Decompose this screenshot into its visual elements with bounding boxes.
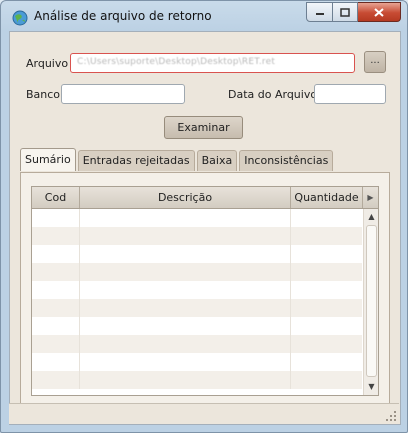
table-row	[32, 371, 362, 389]
tab-entradas-rejeitadas[interactable]: Entradas rejeitadas	[77, 150, 195, 171]
scroll-right-icon[interactable]: ▶	[363, 187, 378, 208]
summary-table: Cod Descrição Quantidade ▶ ▲ ▼	[31, 186, 379, 396]
app-window: Análise de arquivo de retorno Arquivo C:…	[0, 0, 408, 433]
tab-baixa[interactable]: Baixa	[196, 150, 238, 171]
scroll-thumb[interactable]	[366, 225, 377, 377]
column-header-cod[interactable]: Cod	[32, 187, 80, 208]
maximize-button[interactable]	[333, 2, 358, 22]
banco-input[interactable]	[61, 84, 185, 104]
examinar-button[interactable]: Examinar	[164, 116, 243, 139]
window-controls	[306, 2, 401, 22]
minimize-icon	[315, 13, 324, 15]
minimize-button[interactable]	[306, 2, 333, 22]
close-button[interactable]	[358, 2, 401, 22]
tab-bar: Sumário Entradas rejeitadas Baixa Incons…	[20, 148, 335, 172]
browse-button[interactable]: ...	[364, 51, 386, 73]
tab-panel-sumario: Cod Descrição Quantidade ▶ ▲ ▼	[20, 172, 390, 408]
close-icon	[374, 7, 384, 17]
vertical-scrollbar[interactable]: ▲ ▼	[363, 209, 378, 395]
scroll-down-icon[interactable]: ▼	[364, 380, 378, 394]
banco-label: Banco	[26, 88, 61, 101]
tab-sumario[interactable]: Sumário	[20, 148, 76, 171]
column-header-descricao[interactable]: Descrição	[80, 187, 291, 208]
resize-grip-icon[interactable]	[386, 411, 396, 421]
globe-app-icon	[12, 10, 28, 26]
tab-inconsistencias[interactable]: Inconsistências	[239, 150, 334, 171]
maximize-icon	[340, 7, 350, 17]
data-arquivo-label: Data do Arquivo	[228, 88, 318, 101]
table-row	[32, 281, 362, 299]
data-arquivo-input[interactable]	[314, 84, 386, 104]
table-row	[32, 209, 362, 227]
window-title: Análise de arquivo de retorno	[34, 9, 212, 23]
table-row	[32, 245, 362, 263]
arquivo-path-text: C:\Users\suporte\Desktop\Desktop\RET.ret	[77, 57, 276, 67]
dialog-body: Arquivo C:\Users\suporte\Desktop\Desktop…	[9, 31, 401, 425]
status-bar	[9, 403, 399, 424]
table-row	[32, 227, 362, 245]
table-row	[32, 335, 362, 353]
table-body	[32, 209, 362, 389]
table-row	[32, 263, 362, 281]
table-row	[32, 353, 362, 371]
column-header-quantidade[interactable]: Quantidade	[291, 187, 363, 208]
title-bar[interactable]: Análise de arquivo de retorno	[1, 1, 407, 31]
table-row	[32, 317, 362, 335]
table-header: Cod Descrição Quantidade ▶	[32, 187, 378, 209]
table-row	[32, 299, 362, 317]
arquivo-label: Arquivo	[26, 57, 69, 70]
arquivo-input[interactable]: C:\Users\suporte\Desktop\Desktop\RET.ret	[70, 53, 355, 73]
scroll-up-icon[interactable]: ▲	[364, 210, 378, 224]
